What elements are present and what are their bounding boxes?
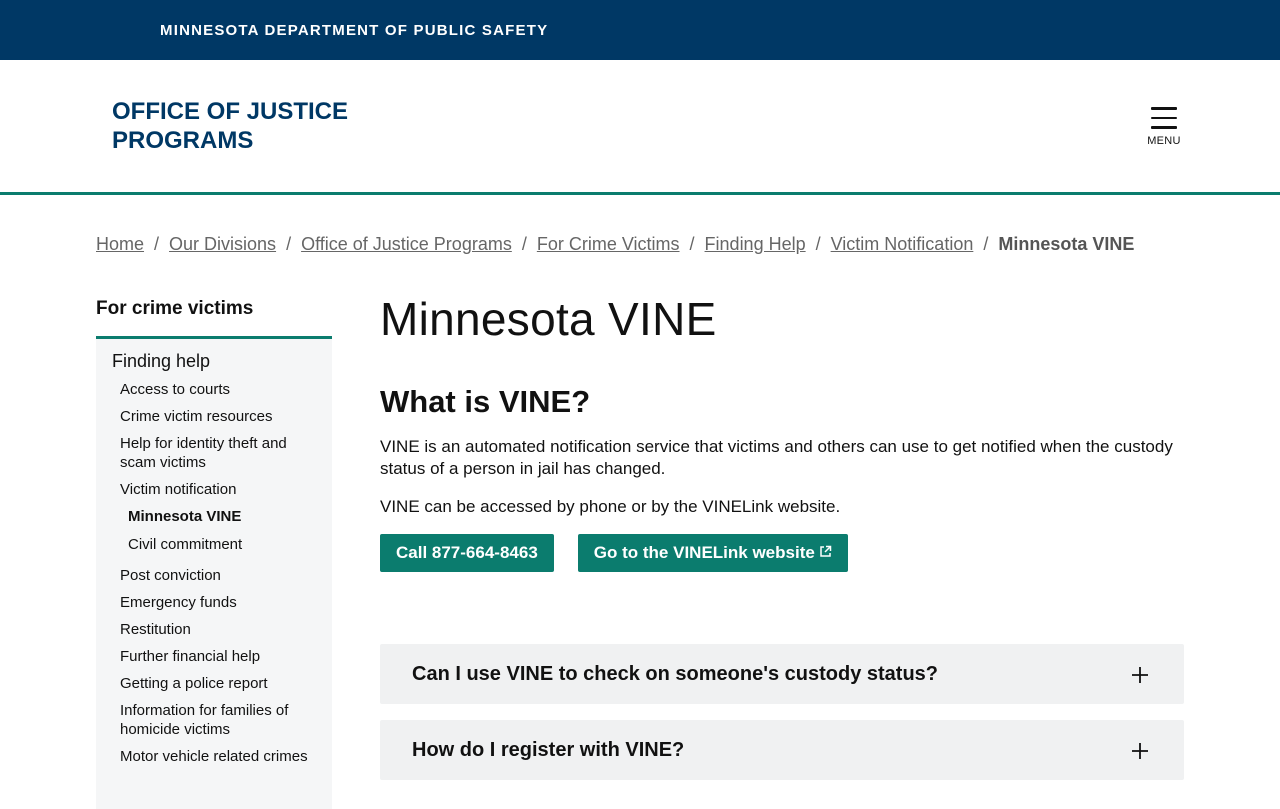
plus-icon (1132, 737, 1148, 763)
sidebar-item-access-to-courts[interactable]: Access to courts (96, 380, 332, 399)
sidebar-item-restitution[interactable]: Restitution (96, 620, 332, 639)
page-title: Minnesota VINE (380, 293, 717, 345)
breadcrumb-separator: / (983, 234, 989, 254)
sidebar-subitem-minnesota-vine[interactable]: Minnesota VINE (96, 507, 332, 526)
intro-paragraph: VINE is an automated notification servic… (380, 437, 1173, 478)
main-content: Minnesota VINE What is VINE? VINE is an … (380, 292, 1184, 796)
access-paragraph: VINE can be accessed by phone or by the … (380, 497, 841, 516)
vinelink-website-button[interactable]: Go to the VINELink website (577, 534, 848, 572)
sidebar-item-victim-notification[interactable]: Victim notification (96, 480, 332, 499)
sidebar-item-further-financial-help[interactable]: Further financial help (96, 647, 332, 666)
sidebar-nav: Finding help Access to courts Crime vict… (96, 339, 332, 809)
breadcrumb-victim-notification[interactable]: Victim Notification (831, 234, 974, 255)
sidebar: For crime victims Finding help Access to… (96, 298, 332, 809)
breadcrumb-our-divisions[interactable]: Our Divisions (169, 234, 276, 255)
plus-icon (1132, 661, 1148, 687)
site-header: OFFICE OF JUSTICE PROGRAMS MENU (0, 60, 1280, 195)
sidebar-item-homicide-families[interactable]: Information for families of homicide vic… (96, 701, 332, 739)
breadcrumb-separator: / (689, 234, 695, 254)
department-title: MINNESOTA DEPARTMENT OF PUBLIC SAFETY (160, 21, 549, 39)
breadcrumb-separator: / (154, 234, 160, 254)
breadcrumb: Home / Our Divisions / Office of Justice… (96, 234, 1134, 255)
accordion-item-register[interactable]: How do I register with VINE? (380, 720, 1184, 780)
breadcrumb-current: Minnesota VINE (998, 234, 1135, 254)
sidebar-heading: For crime victims (96, 298, 332, 339)
breadcrumb-for-crime-victims[interactable]: For Crime Victims (537, 234, 680, 255)
breadcrumb-finding-help[interactable]: Finding Help (705, 234, 806, 255)
sidebar-item-identity-theft[interactable]: Help for identity theft and scam victims (96, 434, 332, 472)
menu-label: MENU (1147, 134, 1181, 147)
breadcrumb-separator: / (521, 234, 527, 254)
breadcrumb-home[interactable]: Home (96, 234, 144, 255)
call-button-label: Call 877-664-8463 (396, 543, 538, 562)
breadcrumb-office-of-justice-programs[interactable]: Office of Justice Programs (301, 234, 512, 255)
external-link-icon (819, 543, 832, 563)
org-title-link[interactable]: OFFICE OF JUSTICE PROGRAMS (112, 97, 372, 155)
accordion-item-custody-status[interactable]: Can I use VINE to check on someone's cus… (380, 644, 1184, 704)
hamburger-icon (1144, 107, 1184, 129)
accordion-question: Can I use VINE to check on someone's cus… (412, 662, 938, 685)
breadcrumb-separator: / (286, 234, 292, 254)
accordion-question: How do I register with VINE? (412, 738, 685, 761)
menu-button[interactable]: MENU (1144, 107, 1184, 147)
button-row: Call 877-664-8463 Go to the VINELink web… (380, 534, 1184, 572)
sidebar-subitem-civil-commitment[interactable]: Civil commitment (96, 535, 332, 554)
sidebar-item-police-report[interactable]: Getting a police report (96, 674, 332, 693)
sidebar-item-motor-vehicle-crimes[interactable]: Motor vehicle related crimes (96, 747, 332, 766)
sidebar-item-finding-help[interactable]: Finding help (96, 351, 332, 372)
website-button-label: Go to the VINELink website (593, 543, 815, 562)
breadcrumb-separator: / (815, 234, 821, 254)
sidebar-item-crime-victim-resources[interactable]: Crime victim resources (96, 407, 332, 426)
sidebar-item-post-conviction[interactable]: Post conviction (96, 566, 332, 585)
section-heading: What is VINE? (380, 384, 591, 419)
call-vine-button[interactable]: Call 877-664-8463 (380, 534, 554, 572)
top-banner: MINNESOTA DEPARTMENT OF PUBLIC SAFETY (0, 0, 1280, 60)
sidebar-item-emergency-funds[interactable]: Emergency funds (96, 593, 332, 612)
faq-accordion: Can I use VINE to check on someone's cus… (380, 644, 1184, 780)
